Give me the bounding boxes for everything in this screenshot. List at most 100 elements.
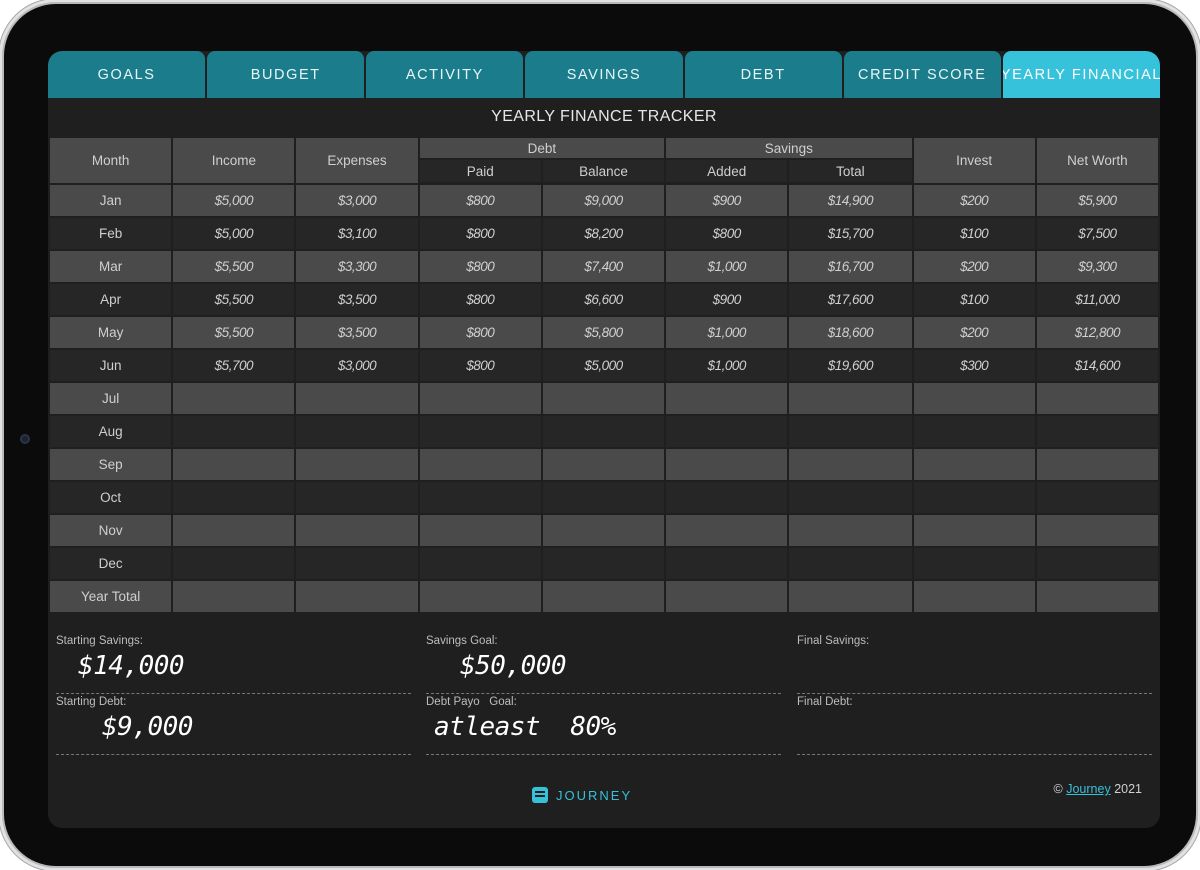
savings-added-total-cell[interactable] (666, 581, 788, 614)
expenses-cell[interactable]: $3,500 (296, 317, 418, 350)
invest-cell[interactable] (913, 449, 1035, 482)
debt-balance-cell[interactable] (542, 449, 665, 482)
savings-total-total-cell[interactable] (789, 581, 912, 614)
starting-savings-field[interactable]: Starting Savings: $14,000 (56, 635, 411, 694)
savings-total-cell[interactable]: $16,700 (789, 251, 912, 284)
invest-cell[interactable]: $200 (913, 251, 1035, 284)
income-total-cell[interactable] (173, 581, 295, 614)
income-cell[interactable] (173, 548, 295, 581)
tab-savings[interactable]: SAVINGS (525, 51, 683, 98)
savings-added-cell[interactable] (666, 548, 788, 581)
debt-balance-cell[interactable]: $5,800 (542, 317, 665, 350)
savings-added-cell[interactable]: $1,000 (666, 317, 788, 350)
invest-cell[interactable]: $200 (913, 185, 1035, 218)
savings-added-cell[interactable]: $900 (666, 185, 788, 218)
debt-paid-cell[interactable] (419, 416, 541, 449)
savings-total-cell[interactable]: $14,900 (789, 185, 912, 218)
income-cell[interactable]: $5,000 (173, 218, 295, 251)
tab-budget[interactable]: BUDGET (207, 51, 365, 98)
debt-balance-cell[interactable] (542, 416, 665, 449)
debt-paid-cell[interactable]: $800 (419, 218, 541, 251)
net-worth-cell[interactable]: $14,600 (1036, 350, 1158, 383)
invest-cell[interactable]: $200 (913, 317, 1035, 350)
expenses-cell[interactable] (296, 548, 418, 581)
debt-payoff-goal-field[interactable]: Debt Payo Goal: atleast 80% (426, 696, 781, 755)
savings-added-cell[interactable]: $900 (666, 284, 788, 317)
income-cell[interactable]: $5,000 (173, 185, 295, 218)
debt-paid-total-cell[interactable] (419, 581, 541, 614)
savings-added-cell[interactable] (666, 383, 788, 416)
net-worth-cell[interactable]: $5,900 (1036, 185, 1158, 218)
savings-total-cell[interactable] (789, 548, 912, 581)
income-cell[interactable] (173, 482, 295, 515)
invest-total-cell[interactable] (913, 581, 1035, 614)
net-worth-cell[interactable]: $11,000 (1036, 284, 1158, 317)
debt-paid-cell[interactable] (419, 515, 541, 548)
savings-added-cell[interactable] (666, 416, 788, 449)
tab-yearly-financial[interactable]: YEARLY FINANCIAL (1002, 51, 1160, 98)
income-cell[interactable] (173, 416, 295, 449)
savings-total-cell[interactable]: $19,600 (789, 350, 912, 383)
debt-balance-cell[interactable] (542, 515, 665, 548)
debt-balance-cell[interactable]: $9,000 (542, 185, 665, 218)
expenses-cell[interactable] (296, 383, 418, 416)
final-debt-field[interactable]: Final Debt: (797, 696, 1152, 755)
debt-paid-cell[interactable]: $800 (419, 350, 541, 383)
expenses-cell[interactable]: $3,500 (296, 284, 418, 317)
expenses-cell[interactable] (296, 515, 418, 548)
debt-paid-cell[interactable] (419, 482, 541, 515)
expenses-cell[interactable]: $3,000 (296, 185, 418, 218)
net-worth-cell[interactable] (1036, 383, 1158, 416)
debt-paid-cell[interactable]: $800 (419, 185, 541, 218)
debt-paid-cell[interactable]: $800 (419, 251, 541, 284)
invest-cell[interactable] (913, 515, 1035, 548)
final-savings-field[interactable]: Final Savings: (797, 635, 1152, 694)
net-worth-cell[interactable]: $9,300 (1036, 251, 1158, 284)
income-cell[interactable] (173, 383, 295, 416)
debt-paid-cell[interactable]: $800 (419, 317, 541, 350)
net-worth-cell[interactable]: $7,500 (1036, 218, 1158, 251)
expenses-cell[interactable] (296, 449, 418, 482)
debt-paid-cell[interactable] (419, 548, 541, 581)
expenses-cell[interactable]: $3,300 (296, 251, 418, 284)
invest-cell[interactable]: $100 (913, 284, 1035, 317)
invest-cell[interactable]: $100 (913, 218, 1035, 251)
debt-paid-cell[interactable]: $800 (419, 284, 541, 317)
net-worth-total-cell[interactable] (1036, 581, 1158, 614)
invest-cell[interactable] (913, 416, 1035, 449)
net-worth-cell[interactable] (1036, 515, 1158, 548)
income-cell[interactable]: $5,700 (173, 350, 295, 383)
savings-added-cell[interactable]: $800 (666, 218, 788, 251)
savings-added-cell[interactable]: $1,000 (666, 350, 788, 383)
savings-total-cell[interactable] (789, 482, 912, 515)
savings-added-cell[interactable]: $1,000 (666, 251, 788, 284)
debt-balance-cell[interactable]: $6,600 (542, 284, 665, 317)
tab-goals[interactable]: GOALS (48, 51, 206, 98)
savings-goal-field[interactable]: Savings Goal: $50,000 (426, 635, 781, 694)
net-worth-cell[interactable] (1036, 449, 1158, 482)
debt-paid-cell[interactable] (419, 383, 541, 416)
income-cell[interactable]: $5,500 (173, 284, 295, 317)
savings-total-cell[interactable] (789, 416, 912, 449)
net-worth-cell[interactable] (1036, 548, 1158, 581)
income-cell[interactable] (173, 515, 295, 548)
journey-link[interactable]: Journey (1066, 782, 1110, 796)
invest-cell[interactable]: $300 (913, 350, 1035, 383)
savings-total-cell[interactable] (789, 383, 912, 416)
tab-debt[interactable]: DEBT (684, 51, 842, 98)
savings-added-cell[interactable] (666, 482, 788, 515)
debt-balance-cell[interactable]: $7,400 (542, 251, 665, 284)
debt-balance-total-cell[interactable] (542, 581, 665, 614)
debt-paid-cell[interactable] (419, 449, 541, 482)
savings-added-cell[interactable] (666, 515, 788, 548)
debt-balance-cell[interactable] (542, 482, 665, 515)
net-worth-cell[interactable]: $12,800 (1036, 317, 1158, 350)
savings-added-cell[interactable] (666, 449, 788, 482)
income-cell[interactable]: $5,500 (173, 317, 295, 350)
savings-total-cell[interactable] (789, 449, 912, 482)
starting-debt-field[interactable]: Starting Debt: $9,000 (56, 696, 411, 755)
debt-balance-cell[interactable] (542, 383, 665, 416)
income-cell[interactable] (173, 449, 295, 482)
savings-total-cell[interactable] (789, 515, 912, 548)
invest-cell[interactable] (913, 548, 1035, 581)
